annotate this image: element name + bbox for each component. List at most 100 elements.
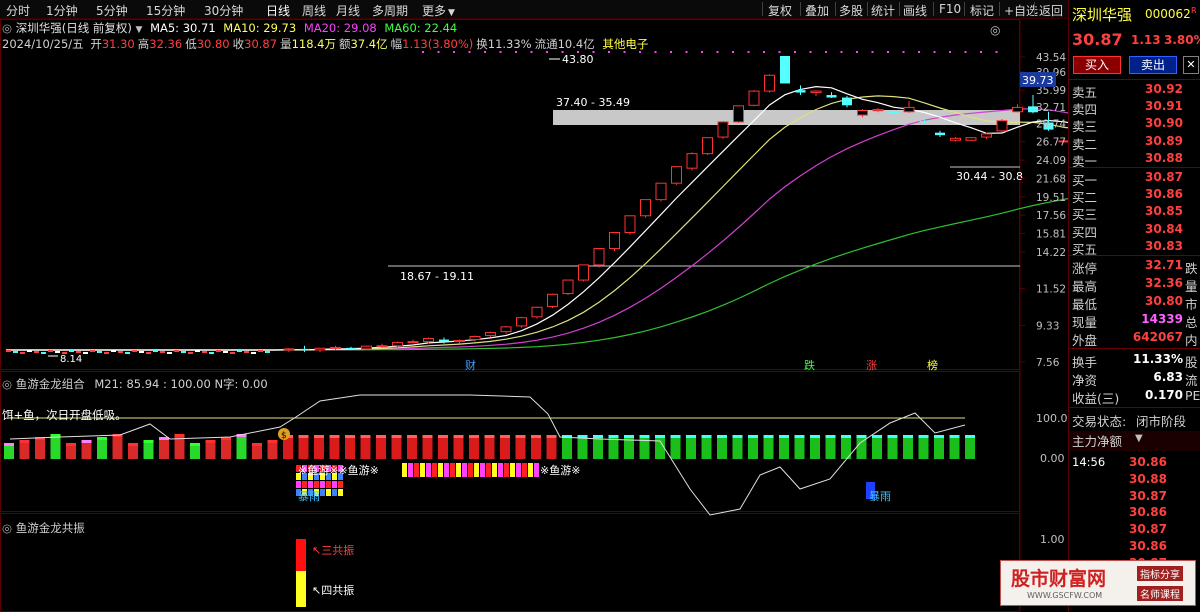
- fish-block: [510, 463, 515, 477]
- tick-row: 30.87: [1069, 489, 1200, 506]
- close-icon[interactable]: ✕: [1183, 56, 1199, 74]
- signal-dot: [701, 51, 703, 53]
- quote-row-label: 买一: [1072, 173, 1098, 188]
- price-axis-label: 11.52: [1036, 284, 1066, 296]
- chart-area[interactable]: 43.80 37.40 - 35.49 18.67 - 19.11 30.44 …: [0, 19, 1068, 612]
- tab-5min[interactable]: 5分钟: [96, 2, 128, 19]
- ind1-bar-cap: [391, 435, 402, 438]
- chevron-down-icon: ▼: [1135, 433, 1143, 444]
- marker-finance[interactable]: 财: [465, 358, 476, 372]
- ind1-bar-cap: [887, 435, 898, 438]
- tab-1min[interactable]: 1分钟: [46, 2, 78, 19]
- back-button[interactable]: 返回: [1039, 2, 1063, 19]
- candle: [516, 317, 527, 327]
- indicator1-title[interactable]: 鱼游金龙组合: [16, 377, 85, 391]
- indicator1-menu-icon[interactable]: ◎: [2, 377, 12, 391]
- add-watchlist-button[interactable]: +自选: [1004, 2, 1038, 19]
- sell-button[interactable]: 卖出: [1129, 56, 1177, 74]
- signal-dot: [670, 51, 672, 53]
- main-net-row[interactable]: 主力净额 ▼: [1069, 431, 1200, 451]
- fish-block: [332, 481, 337, 488]
- fish-block: [408, 463, 413, 477]
- stats-button[interactable]: 统计: [871, 2, 895, 19]
- price-axis-label: 9.33: [1036, 320, 1059, 332]
- ind1-bar-cap: [205, 440, 216, 443]
- marker-drop[interactable]: 跌: [804, 358, 815, 372]
- ind1-bar-cap: [608, 435, 619, 438]
- tab-multi-period[interactable]: 多周期: [372, 2, 408, 19]
- tab-daily[interactable]: 日线: [266, 2, 290, 19]
- ind1-bar-cap: [794, 435, 805, 438]
- quote-row: 买一 30.87: [1069, 170, 1200, 188]
- fish-block: [302, 481, 307, 488]
- candle: [857, 110, 868, 116]
- tab-intraday[interactable]: 分时: [6, 2, 30, 19]
- overlay-button[interactable]: 叠加: [805, 2, 829, 19]
- candle: [361, 345, 372, 350]
- adjust-button[interactable]: 复权: [768, 2, 792, 19]
- tab-weekly[interactable]: 周线: [302, 2, 326, 19]
- quote-row-value: 30.90: [1145, 116, 1183, 131]
- ind1-bar-cap: [376, 435, 386, 438]
- multi-stock-button[interactable]: 多股: [839, 2, 863, 19]
- indicator2-title[interactable]: 鱼游金龙共振: [16, 521, 85, 535]
- chevron-down-icon[interactable]: ▼: [136, 25, 143, 35]
- signal-dot: [825, 51, 827, 53]
- stock-code: 000062: [1145, 7, 1191, 21]
- candle: [717, 121, 729, 138]
- marker-rise[interactable]: 涨: [866, 359, 877, 372]
- tab-30min[interactable]: 30分钟: [204, 2, 243, 19]
- kline-chart[interactable]: 43.80 37.40 - 35.49 18.67 - 19.11 30.44 …: [0, 19, 1068, 612]
- candle: [888, 111, 899, 114]
- buy-button[interactable]: 买入: [1073, 56, 1121, 74]
- expand-icon[interactable]: ◎: [2, 21, 12, 35]
- quote-row: 卖一 30.88: [1069, 151, 1200, 169]
- candle: [376, 345, 388, 348]
- quote-row-label: 最低: [1072, 297, 1098, 312]
- early-candle: [202, 351, 207, 353]
- divider: [1069, 407, 1200, 408]
- quote-item-label: 幅: [390, 37, 403, 51]
- ind1-bar-cap: [856, 435, 867, 438]
- tab-monthly[interactable]: 月线: [336, 2, 360, 19]
- financing-badge-icon: R: [1191, 6, 1197, 15]
- indicator1-header: ◎ 鱼游金龙组合 M21: 85.94 : 100.00 N字: 0.00: [2, 376, 268, 392]
- indicator2-menu-icon[interactable]: ◎: [2, 521, 12, 535]
- fish-block: [504, 463, 509, 477]
- signal-dot: [964, 51, 967, 53]
- f10-button[interactable]: F10: [939, 2, 961, 16]
- draw-line-button[interactable]: 画线: [903, 2, 927, 19]
- candle: [299, 348, 310, 350]
- quote-row-cut-label: 量: [1185, 279, 1198, 294]
- ind1-bar: [732, 437, 743, 459]
- sector-label[interactable]: 其他电子: [602, 37, 648, 51]
- ind1-bar: [872, 437, 882, 459]
- candle: [872, 109, 884, 112]
- ind1-bar: [453, 437, 464, 459]
- early-candle: [104, 352, 109, 354]
- candle: [330, 346, 341, 349]
- early-candle: [69, 350, 74, 352]
- ind1-bar: [655, 437, 665, 459]
- divider: [1034, 2, 1035, 16]
- fish-block: [462, 463, 467, 477]
- divider: [762, 2, 763, 16]
- mark-button[interactable]: 标记: [970, 2, 994, 19]
- quote-row-label: 外盘: [1072, 333, 1098, 348]
- ind1-bar-cap: [438, 435, 448, 438]
- close-icon[interactable]: ◎: [990, 23, 1000, 37]
- tab-more[interactable]: 更多 ▼: [422, 2, 455, 19]
- price-axis-label: 14.22: [1036, 247, 1066, 259]
- candle: [283, 348, 295, 351]
- early-candle: [90, 350, 95, 352]
- quote-row-cut-label: 内: [1185, 333, 1198, 348]
- quote-row: 最低 30.80 市: [1069, 294, 1200, 312]
- marker-list[interactable]: 榜: [927, 358, 938, 372]
- ind1-bar-cap: [143, 440, 154, 443]
- ind1-bar-cap: [500, 435, 510, 438]
- tab-15min[interactable]: 15分钟: [146, 2, 185, 19]
- fish-block: [474, 463, 479, 477]
- signal-dot: [918, 51, 920, 53]
- quote-item: 幅1.13(3.80%): [391, 37, 474, 51]
- quote-row-label: 卖五: [1072, 85, 1098, 100]
